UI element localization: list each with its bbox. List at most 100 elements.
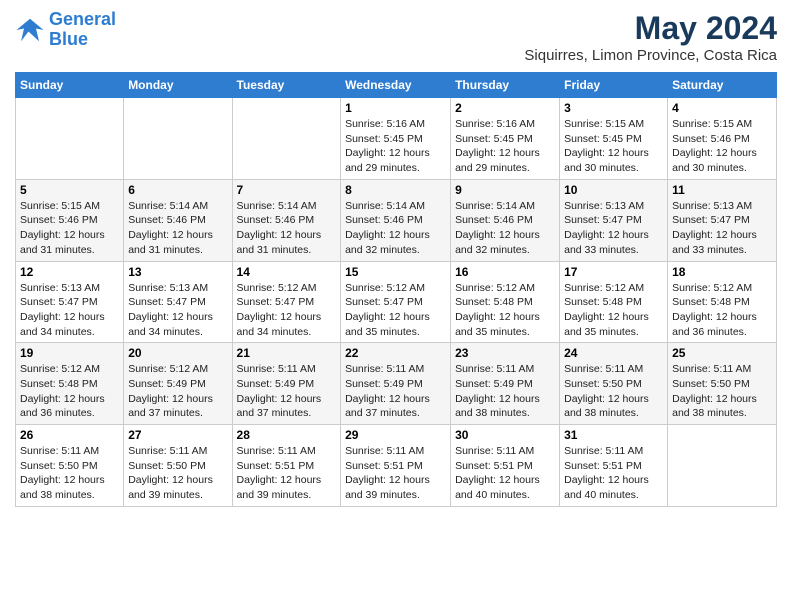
day-number: 4 <box>672 101 772 115</box>
day-info: Sunrise: 5:11 AM Sunset: 5:51 PM Dayligh… <box>564 444 663 503</box>
calendar-cell: 20 Sunrise: 5:12 AM Sunset: 5:49 PM Dayli… <box>124 343 232 425</box>
day-info: Sunrise: 5:12 AM Sunset: 5:47 PM Dayligh… <box>345 281 446 340</box>
calendar-cell: 10Sunrise: 5:13 AM Sunset: 5:47 PM Dayli… <box>560 179 668 261</box>
calendar-week-4: 19 Sunrise: 5:12 AM Sunset: 5:48 PM Dayli… <box>16 343 777 425</box>
day-number: 25 <box>672 346 772 360</box>
day-number: 20 <box>128 346 227 360</box>
day-info: Sunrise: 5:13 AM Sunset: 5:47 PM Dayligh… <box>128 281 227 340</box>
day-number: 15 <box>345 265 446 279</box>
calendar-week-5: 26 Sunrise: 5:11 AM Sunset: 5:50 PM Dayli… <box>16 425 777 507</box>
day-number: 17 <box>564 265 663 279</box>
day-info: Sunrise: 5:14 AM Sunset: 5:46 PM Dayligh… <box>455 199 555 258</box>
calendar-cell <box>16 98 124 180</box>
calendar-cell <box>232 98 341 180</box>
calendar-week-1: 1 Sunrise: 5:16 AM Sunset: 5:45 PM Daylig… <box>16 98 777 180</box>
column-header-monday: Monday <box>124 73 232 98</box>
calendar-cell: 31 Sunrise: 5:11 AM Sunset: 5:51 PM Dayli… <box>560 425 668 507</box>
day-info: Sunrise: 5:13 AM Sunset: 5:47 PM Dayligh… <box>564 199 663 258</box>
calendar-cell: 5 Sunrise: 5:15 AM Sunset: 5:46 PM Daylig… <box>16 179 124 261</box>
day-info: Sunrise: 5:12 AM Sunset: 5:48 PM Dayligh… <box>20 362 119 421</box>
day-info: Sunrise: 5:16 AM Sunset: 5:45 PM Dayligh… <box>455 117 555 176</box>
day-info: Sunrise: 5:12 AM Sunset: 5:47 PM Dayligh… <box>237 281 337 340</box>
column-header-wednesday: Wednesday <box>341 73 451 98</box>
calendar-cell: 14Sunrise: 5:12 AM Sunset: 5:47 PM Dayli… <box>232 261 341 343</box>
day-info: Sunrise: 5:13 AM Sunset: 5:47 PM Dayligh… <box>672 199 772 258</box>
calendar-cell: 30Sunrise: 5:11 AM Sunset: 5:51 PM Dayli… <box>451 425 560 507</box>
day-number: 7 <box>237 183 337 197</box>
day-number: 26 <box>20 428 119 442</box>
day-number: 12 <box>20 265 119 279</box>
calendar-header-row: SundayMondayTuesdayWednesdayThursdayFrid… <box>16 73 777 98</box>
day-info: Sunrise: 5:13 AM Sunset: 5:47 PM Dayligh… <box>20 281 119 340</box>
logo: General Blue <box>15 10 116 50</box>
day-info: Sunrise: 5:14 AM Sunset: 5:46 PM Dayligh… <box>345 199 446 258</box>
calendar-cell: 23 Sunrise: 5:11 AM Sunset: 5:49 PM Dayli… <box>451 343 560 425</box>
calendar-cell: 18 Sunrise: 5:12 AM Sunset: 5:48 PM Dayli… <box>668 261 777 343</box>
calendar-cell <box>668 425 777 507</box>
location-subtitle: Siquirres, Limon Province, Costa Rica <box>524 47 777 64</box>
day-number: 21 <box>237 346 337 360</box>
calendar-week-3: 12 Sunrise: 5:13 AM Sunset: 5:47 PM Dayli… <box>16 261 777 343</box>
calendar-cell: 11Sunrise: 5:13 AM Sunset: 5:47 PM Dayli… <box>668 179 777 261</box>
column-header-tuesday: Tuesday <box>232 73 341 98</box>
day-info: Sunrise: 5:11 AM Sunset: 5:49 PM Dayligh… <box>237 362 337 421</box>
day-info: Sunrise: 5:12 AM Sunset: 5:48 PM Dayligh… <box>564 281 663 340</box>
day-info: Sunrise: 5:12 AM Sunset: 5:48 PM Dayligh… <box>455 281 555 340</box>
day-number: 8 <box>345 183 446 197</box>
day-number: 31 <box>564 428 663 442</box>
day-info: Sunrise: 5:14 AM Sunset: 5:46 PM Dayligh… <box>128 199 227 258</box>
column-header-saturday: Saturday <box>668 73 777 98</box>
calendar-cell: 27 Sunrise: 5:11 AM Sunset: 5:50 PM Dayli… <box>124 425 232 507</box>
calendar-cell: 22 Sunrise: 5:11 AM Sunset: 5:49 PM Dayli… <box>341 343 451 425</box>
calendar-cell: 9Sunrise: 5:14 AM Sunset: 5:46 PM Daylig… <box>451 179 560 261</box>
month-year-title: May 2024 <box>524 10 777 47</box>
title-block: May 2024 Siquirres, Limon Province, Cost… <box>524 10 777 64</box>
day-info: Sunrise: 5:11 AM Sunset: 5:49 PM Dayligh… <box>345 362 446 421</box>
day-info: Sunrise: 5:11 AM Sunset: 5:51 PM Dayligh… <box>345 444 446 503</box>
day-number: 30 <box>455 428 555 442</box>
day-number: 23 <box>455 346 555 360</box>
calendar-cell: 26 Sunrise: 5:11 AM Sunset: 5:50 PM Dayli… <box>16 425 124 507</box>
day-info: Sunrise: 5:12 AM Sunset: 5:48 PM Dayligh… <box>672 281 772 340</box>
day-number: 18 <box>672 265 772 279</box>
day-info: Sunrise: 5:11 AM Sunset: 5:50 PM Dayligh… <box>128 444 227 503</box>
logo-icon <box>15 15 45 45</box>
day-number: 16 <box>455 265 555 279</box>
calendar-cell: 2 Sunrise: 5:16 AM Sunset: 5:45 PM Daylig… <box>451 98 560 180</box>
calendar-cell: 24Sunrise: 5:11 AM Sunset: 5:50 PM Dayli… <box>560 343 668 425</box>
calendar-cell: 6 Sunrise: 5:14 AM Sunset: 5:46 PM Daylig… <box>124 179 232 261</box>
day-number: 6 <box>128 183 227 197</box>
day-number: 1 <box>345 101 446 115</box>
logo-text: General Blue <box>49 10 116 50</box>
calendar-cell: 1 Sunrise: 5:16 AM Sunset: 5:45 PM Daylig… <box>341 98 451 180</box>
day-info: Sunrise: 5:11 AM Sunset: 5:50 PM Dayligh… <box>20 444 119 503</box>
day-info: Sunrise: 5:15 AM Sunset: 5:45 PM Dayligh… <box>564 117 663 176</box>
day-info: Sunrise: 5:12 AM Sunset: 5:49 PM Dayligh… <box>128 362 227 421</box>
day-info: Sunrise: 5:11 AM Sunset: 5:50 PM Dayligh… <box>672 362 772 421</box>
day-info: Sunrise: 5:16 AM Sunset: 5:45 PM Dayligh… <box>345 117 446 176</box>
calendar-body: 1 Sunrise: 5:16 AM Sunset: 5:45 PM Daylig… <box>16 98 777 507</box>
day-number: 27 <box>128 428 227 442</box>
calendar-cell: 19 Sunrise: 5:12 AM Sunset: 5:48 PM Dayli… <box>16 343 124 425</box>
day-info: Sunrise: 5:11 AM Sunset: 5:51 PM Dayligh… <box>237 444 337 503</box>
day-number: 3 <box>564 101 663 115</box>
page-header: General Blue May 2024 Siquirres, Limon P… <box>15 10 777 64</box>
column-header-sunday: Sunday <box>16 73 124 98</box>
calendar-cell: 29Sunrise: 5:11 AM Sunset: 5:51 PM Dayli… <box>341 425 451 507</box>
calendar-cell: 28Sunrise: 5:11 AM Sunset: 5:51 PM Dayli… <box>232 425 341 507</box>
calendar-cell: 21 Sunrise: 5:11 AM Sunset: 5:49 PM Dayli… <box>232 343 341 425</box>
day-number: 19 <box>20 346 119 360</box>
calendar-cell: 17 Sunrise: 5:12 AM Sunset: 5:48 PM Dayli… <box>560 261 668 343</box>
day-info: Sunrise: 5:15 AM Sunset: 5:46 PM Dayligh… <box>20 199 119 258</box>
calendar-cell: 8 Sunrise: 5:14 AM Sunset: 5:46 PM Daylig… <box>341 179 451 261</box>
day-info: Sunrise: 5:14 AM Sunset: 5:46 PM Dayligh… <box>237 199 337 258</box>
calendar-cell: 13 Sunrise: 5:13 AM Sunset: 5:47 PM Dayli… <box>124 261 232 343</box>
calendar-cell: 15 Sunrise: 5:12 AM Sunset: 5:47 PM Dayli… <box>341 261 451 343</box>
column-header-friday: Friday <box>560 73 668 98</box>
day-info: Sunrise: 5:15 AM Sunset: 5:46 PM Dayligh… <box>672 117 772 176</box>
day-number: 5 <box>20 183 119 197</box>
day-number: 22 <box>345 346 446 360</box>
day-number: 13 <box>128 265 227 279</box>
day-info: Sunrise: 5:11 AM Sunset: 5:49 PM Dayligh… <box>455 362 555 421</box>
day-number: 2 <box>455 101 555 115</box>
